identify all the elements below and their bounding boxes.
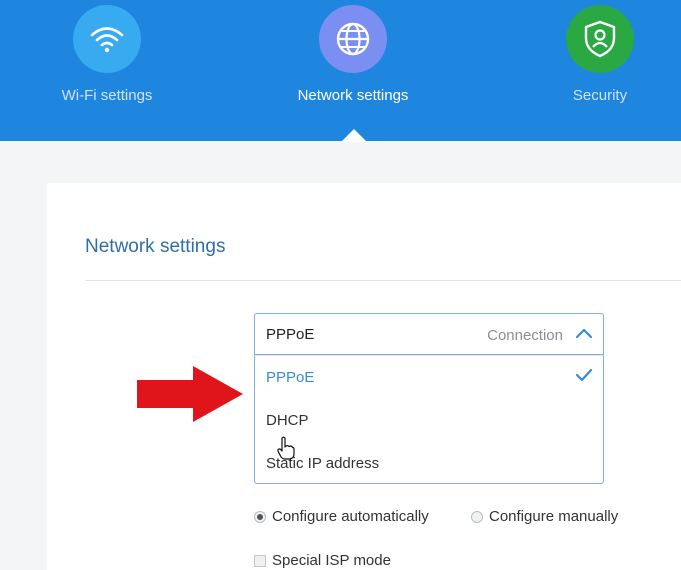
top-navigation-bar: Wi-Fi settings Network settings Security — [0, 0, 681, 142]
radio-button[interactable] — [254, 510, 266, 523]
radio-button[interactable] — [471, 510, 483, 523]
nav-label: Network settings — [297, 87, 409, 104]
checkbox-label: Special ISP mode — [272, 552, 391, 569]
dropdown-option-dhcp[interactable]: DHCP — [266, 412, 309, 429]
special-isp-mode-checkbox[interactable]: Special ISP mode — [254, 552, 391, 569]
configure-automatically-radio[interactable]: Configure automatically — [254, 508, 429, 525]
nav-item-network-settings[interactable]: Network settings — [263, 0, 443, 104]
checkmark-icon — [575, 368, 593, 387]
nav-item-security[interactable]: Security — [510, 0, 681, 104]
globe-icon — [319, 5, 387, 73]
connection-type-select[interactable]: PPPoE Connection — [254, 313, 604, 355]
nav-label: Security — [572, 87, 628, 104]
shield-user-icon — [566, 5, 634, 73]
active-tab-pointer — [341, 129, 367, 142]
hand-cursor-icon — [277, 436, 295, 465]
configure-manually-radio[interactable]: Configure manually — [471, 508, 618, 525]
wifi-icon — [73, 5, 141, 73]
radio-label: Configure manually — [489, 508, 619, 525]
connection-selected-value: PPPoE — [266, 326, 315, 343]
divider — [85, 280, 681, 281]
nav-label: Wi-Fi settings — [61, 87, 153, 104]
radio-label: Configure automatically — [272, 508, 429, 525]
chevron-up-icon[interactable] — [575, 326, 593, 345]
nav-item-wifi-settings[interactable]: Wi-Fi settings — [17, 0, 197, 104]
connection-dropdown: PPPoE DHCP Static IP address — [254, 355, 604, 484]
page-title: Network settings — [85, 236, 226, 257]
dropdown-option-pppoe[interactable]: PPPoE — [266, 369, 314, 386]
red-arrow-annotation — [137, 366, 245, 427]
checkbox[interactable] — [254, 554, 266, 567]
connection-hint: Connection — [487, 327, 563, 344]
